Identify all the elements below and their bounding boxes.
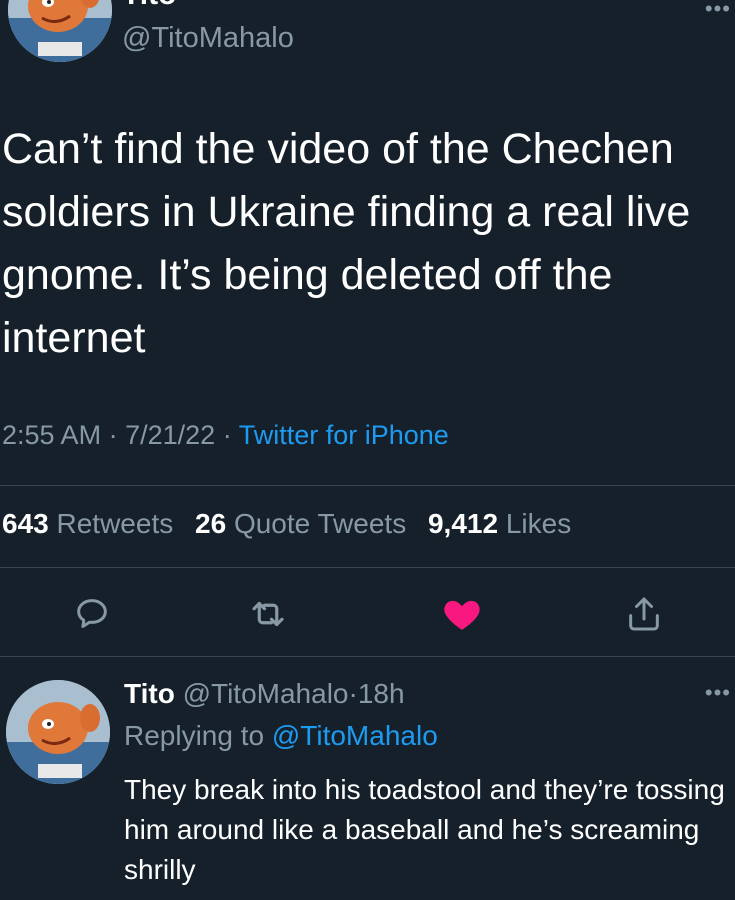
reply-text: They break into his toadstool and they’r… bbox=[124, 774, 725, 885]
like-button[interactable] bbox=[440, 592, 484, 636]
quote-tweets-stat[interactable]: 26 Quote Tweets bbox=[195, 508, 414, 539]
reply-button[interactable] bbox=[70, 592, 114, 636]
tweet-meta: 2:55 AM · 7/21/22 · Twitter for iPhone bbox=[2, 420, 449, 451]
author-handle[interactable]: @TitoMahalo bbox=[122, 22, 294, 55]
reply-age[interactable]: 18h bbox=[358, 678, 405, 709]
share-button[interactable] bbox=[622, 592, 666, 636]
more-dots-icon[interactable]: ••• bbox=[705, 680, 731, 706]
tweet-time[interactable]: 2:55 AM bbox=[2, 420, 101, 450]
tweet-date[interactable]: 7/21/22 bbox=[125, 420, 215, 450]
reply-author-name[interactable]: Tito bbox=[124, 678, 175, 709]
divider bbox=[0, 485, 735, 486]
heart-filled-icon bbox=[444, 600, 480, 630]
reply-icon bbox=[77, 599, 107, 628]
meta-separator: · bbox=[222, 420, 232, 450]
reply-header: Tito @TitoMahalo·18h bbox=[124, 678, 405, 710]
replying-to: Replying to @TitoMahalo bbox=[124, 720, 438, 752]
reply-author-avatar[interactable] bbox=[6, 680, 110, 784]
retweets-stat[interactable]: 643 Retweets bbox=[2, 508, 181, 539]
reply-author-handle[interactable]: @TitoMahalo bbox=[183, 678, 349, 709]
tweet-detail-page: Tito @TitoMahalo ••• Can’t find the vide… bbox=[0, 0, 735, 900]
replying-to-mention[interactable]: @TitoMahalo bbox=[272, 720, 438, 751]
quote-tweets-count: 26 bbox=[195, 508, 227, 539]
retweet-icon bbox=[252, 601, 284, 627]
retweets-label: Retweets bbox=[56, 508, 174, 539]
meta-separator: · bbox=[108, 420, 118, 450]
tweet-source[interactable]: Twitter for iPhone bbox=[239, 420, 449, 450]
quote-tweets-label: Quote Tweets bbox=[233, 508, 407, 539]
action-bar bbox=[0, 592, 735, 636]
tweet-stats: 643 Retweets 26 Quote Tweets 9,412 Likes bbox=[2, 508, 585, 540]
likes-stat[interactable]: 9,412 Likes bbox=[428, 508, 571, 539]
reply-separator: · bbox=[348, 678, 358, 709]
retweets-count: 643 bbox=[2, 508, 49, 539]
replying-to-label: Replying to bbox=[124, 720, 265, 751]
more-dots-icon[interactable]: ••• bbox=[705, 0, 731, 22]
tweet-text: Can’t find the video of the Chechen sold… bbox=[2, 125, 691, 362]
retweet-button[interactable] bbox=[246, 592, 290, 636]
likes-label: Likes bbox=[505, 508, 572, 539]
share-icon bbox=[629, 597, 659, 631]
likes-count: 9,412 bbox=[427, 508, 499, 539]
author-name[interactable]: Tito bbox=[122, 0, 176, 12]
author-avatar[interactable] bbox=[8, 0, 112, 62]
divider bbox=[0, 567, 735, 568]
divider bbox=[0, 656, 735, 657]
